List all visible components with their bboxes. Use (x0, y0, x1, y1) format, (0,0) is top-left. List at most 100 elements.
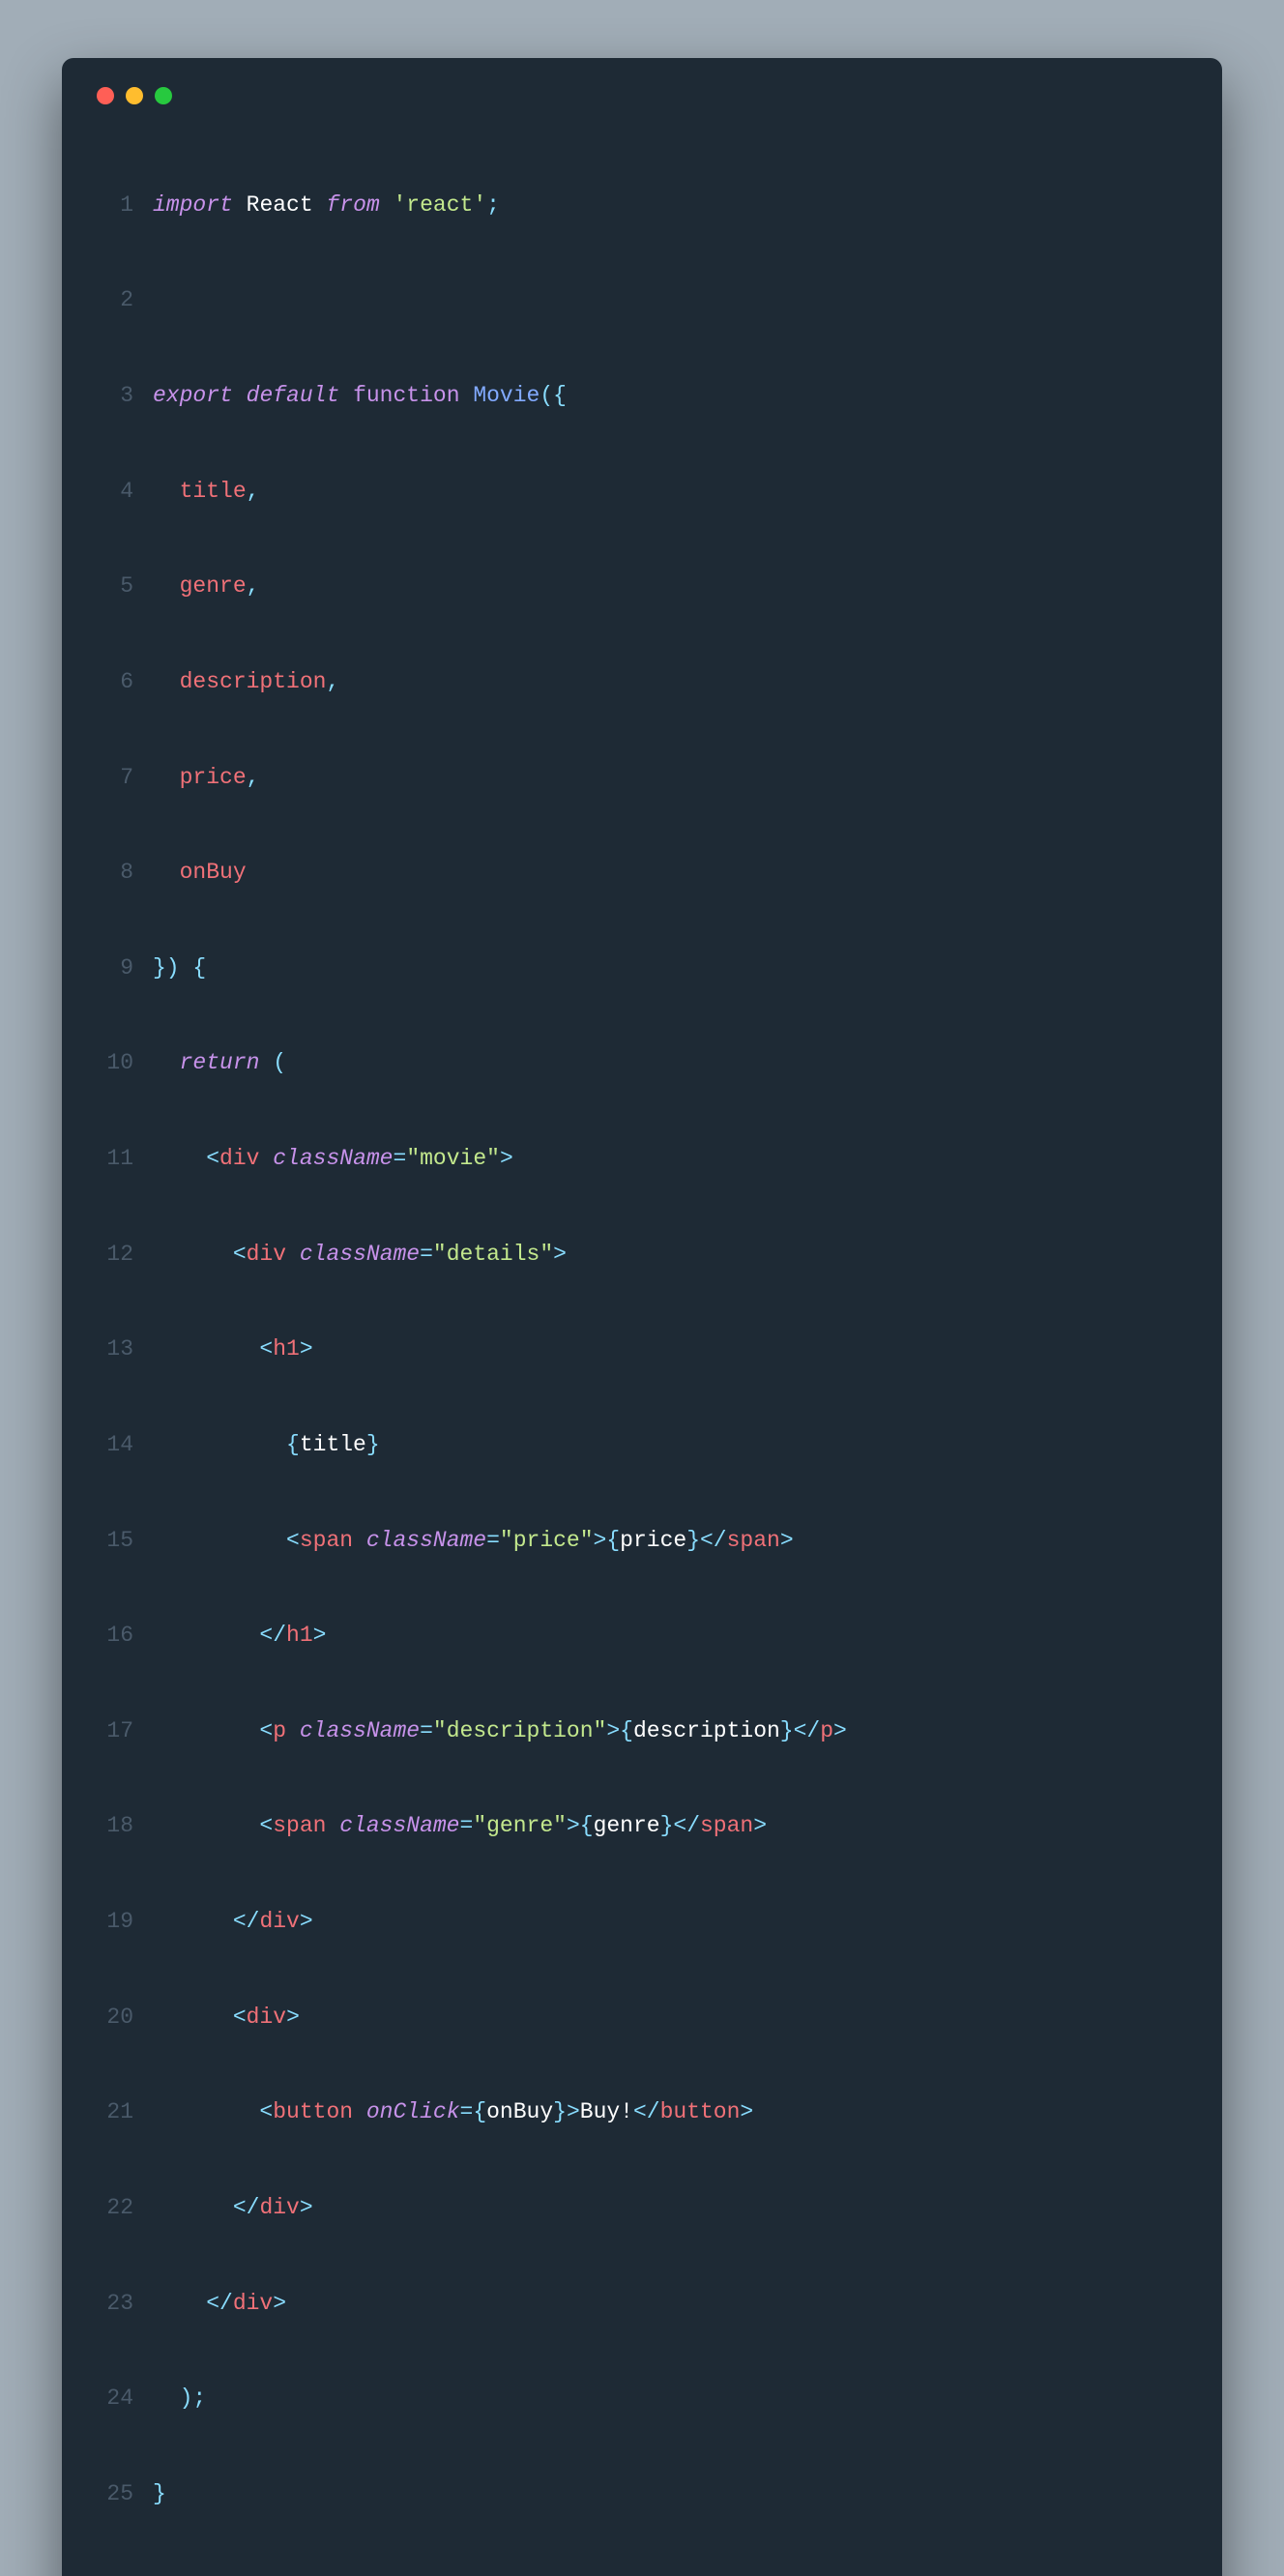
jsx-attr: onClick (366, 2099, 460, 2124)
line-number: 11 (91, 1143, 133, 1175)
line-number: 22 (91, 2192, 133, 2224)
code-line: 4 title, (91, 476, 1193, 508)
function-name: Movie (473, 383, 540, 408)
code-line: 13 <h1> (91, 1333, 1193, 1365)
identifier: React (247, 192, 313, 218)
keyword-default: default (247, 383, 340, 408)
jsx-attr: className (339, 1813, 459, 1838)
string-literal: 'react' (394, 192, 487, 218)
code-line: 20 <div> (91, 2002, 1193, 2034)
code-block: 1import React from 'react'; 2 3 export de… (91, 126, 1193, 2576)
param: description (180, 669, 327, 694)
code-line: 6 description, (91, 666, 1193, 698)
code-line: 3export default function Movie({ (91, 380, 1193, 412)
code-line: 17 <p className="description">{descripti… (91, 1715, 1193, 1747)
code-line: 2 (91, 284, 1193, 316)
code-line: 24 ); (91, 2383, 1193, 2415)
line-number: 16 (91, 1620, 133, 1652)
line-number: 19 (91, 1906, 133, 1938)
jsx-attr: className (300, 1242, 420, 1267)
line-number: 21 (91, 2096, 133, 2128)
string-literal: "details" (433, 1242, 553, 1267)
string-literal: "price" (500, 1528, 594, 1553)
line-number: 14 (91, 1429, 133, 1461)
string-literal: "genre" (473, 1813, 567, 1838)
param: price (180, 765, 247, 790)
jsx-tag: p (273, 1718, 286, 1743)
code-line: 11 <div className="movie"> (91, 1143, 1193, 1175)
line-number: 23 (91, 2288, 133, 2320)
identifier: title (300, 1432, 366, 1457)
code-line: 16 </h1> (91, 1620, 1193, 1652)
close-icon[interactable] (97, 87, 114, 104)
jsx-tag: span (700, 1813, 753, 1838)
code-line: 18 <span className="genre">{genre}</span… (91, 1810, 1193, 1842)
jsx-tag: div (219, 1146, 259, 1171)
jsx-tag: div (259, 2195, 299, 2220)
line-number: 2 (91, 284, 133, 316)
line-number: 20 (91, 2002, 133, 2034)
code-line: 14 {title} (91, 1429, 1193, 1461)
line-number: 4 (91, 476, 133, 508)
jsx-tag: h1 (286, 1623, 313, 1648)
keyword-function: function (353, 383, 459, 408)
line-number: 13 (91, 1333, 133, 1365)
jsx-tag: h1 (273, 1336, 300, 1361)
line-number: 17 (91, 1715, 133, 1747)
keyword-export: export (153, 383, 233, 408)
param: title (180, 479, 247, 504)
code-line: 15 <span className="price">{price}</span… (91, 1525, 1193, 1557)
minimize-icon[interactable] (126, 87, 143, 104)
code-line: 19 </div> (91, 1906, 1193, 1938)
jsx-tag: p (820, 1718, 833, 1743)
line-number: 10 (91, 1047, 133, 1079)
line-number: 12 (91, 1239, 133, 1271)
param: genre (180, 573, 247, 599)
jsx-tag: div (233, 2291, 273, 2316)
jsx-tag: span (300, 1528, 353, 1553)
param: onBuy (180, 860, 247, 885)
code-line: 26 (91, 2573, 1193, 2576)
line-number: 9 (91, 952, 133, 984)
line-number: 26 (91, 2573, 133, 2576)
line-number: 7 (91, 762, 133, 794)
jsx-tag: span (273, 1813, 326, 1838)
jsx-tag: div (247, 2005, 286, 2030)
jsx-tag: button (660, 2099, 741, 2124)
keyword-import: import (153, 192, 233, 218)
window-titlebar (91, 87, 1193, 104)
keyword-return: return (180, 1050, 260, 1075)
code-line: 8 onBuy (91, 857, 1193, 889)
jsx-attr: className (366, 1528, 486, 1553)
line-number: 5 (91, 571, 133, 602)
code-line: 25} (91, 2478, 1193, 2510)
jsx-tag: div (247, 1242, 286, 1267)
jsx-attr: className (300, 1718, 420, 1743)
line-number: 6 (91, 666, 133, 698)
code-line: 1import React from 'react'; (91, 190, 1193, 221)
jsx-text: Buy! (580, 2099, 633, 2124)
code-line: 23 </div> (91, 2288, 1193, 2320)
identifier: description (633, 1718, 780, 1743)
string-literal: "description" (433, 1718, 606, 1743)
line-number: 15 (91, 1525, 133, 1557)
jsx-tag: span (727, 1528, 780, 1553)
code-line: 21 <button onClick={onBuy}>Buy!</button> (91, 2096, 1193, 2128)
identifier: onBuy (486, 2099, 553, 2124)
identifier: genre (594, 1813, 660, 1838)
jsx-tag: button (273, 2099, 353, 2124)
jsx-attr: className (273, 1146, 393, 1171)
line-number: 25 (91, 2478, 133, 2510)
code-line: 12 <div className="details"> (91, 1239, 1193, 1271)
line-number: 24 (91, 2383, 133, 2415)
line-number: 3 (91, 380, 133, 412)
code-editor-window: 1import React from 'react'; 2 3 export de… (62, 58, 1222, 2576)
keyword-from: from (326, 192, 379, 218)
jsx-tag: div (259, 1909, 299, 1934)
maximize-icon[interactable] (155, 87, 172, 104)
line-number: 18 (91, 1810, 133, 1842)
code-line: 10 return ( (91, 1047, 1193, 1079)
code-line: 5 genre, (91, 571, 1193, 602)
identifier: price (620, 1528, 686, 1553)
string-literal: "movie" (406, 1146, 500, 1171)
